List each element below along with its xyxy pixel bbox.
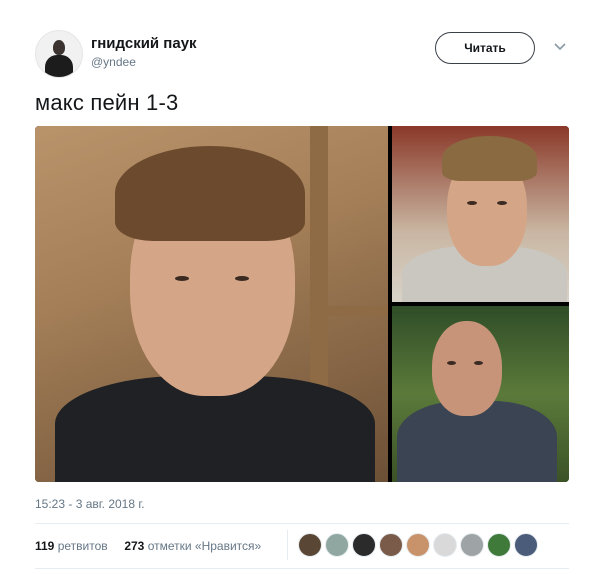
chevron-down-icon[interactable] (553, 42, 567, 52)
photo-3[interactable] (392, 306, 569, 482)
photo-1[interactable] (35, 126, 388, 482)
liker-avatar[interactable] (325, 533, 349, 557)
liker-avatar[interactable] (514, 533, 538, 557)
divider (35, 523, 569, 524)
follow-button[interactable]: Читать (435, 32, 535, 64)
liker-avatars[interactable] (298, 533, 541, 557)
retweet-count[interactable]: 119 (35, 539, 54, 553)
user-handle[interactable]: @yndee (91, 55, 136, 69)
like-count[interactable]: 273 (124, 539, 144, 553)
retweet-label[interactable]: ретвитов (58, 539, 108, 553)
engagement-stats: 119 ретвитов 273 отметки «Нравится» (35, 539, 261, 553)
stats-divider (287, 530, 288, 560)
liker-avatar[interactable] (379, 533, 403, 557)
media-grid[interactable] (35, 126, 569, 482)
liker-avatar[interactable] (406, 533, 430, 557)
tweet-text: макс пейн 1-3 (35, 90, 179, 115)
display-name[interactable]: гнидский паук (91, 35, 197, 52)
liker-avatar[interactable] (298, 533, 322, 557)
tweet-card: гнидский паук @yndee Читать макс пейн 1-… (0, 0, 604, 574)
tweet-timestamp[interactable]: 15:23 - 3 авг. 2018 г. (35, 497, 145, 511)
photo-2[interactable] (392, 126, 569, 302)
liker-avatar[interactable] (352, 533, 376, 557)
liker-avatar[interactable] (487, 533, 511, 557)
like-label[interactable]: отметки «Нравится» (148, 539, 262, 553)
user-avatar-icon[interactable] (35, 30, 83, 78)
divider (35, 568, 569, 569)
liker-avatar[interactable] (433, 533, 457, 557)
liker-avatar[interactable] (460, 533, 484, 557)
